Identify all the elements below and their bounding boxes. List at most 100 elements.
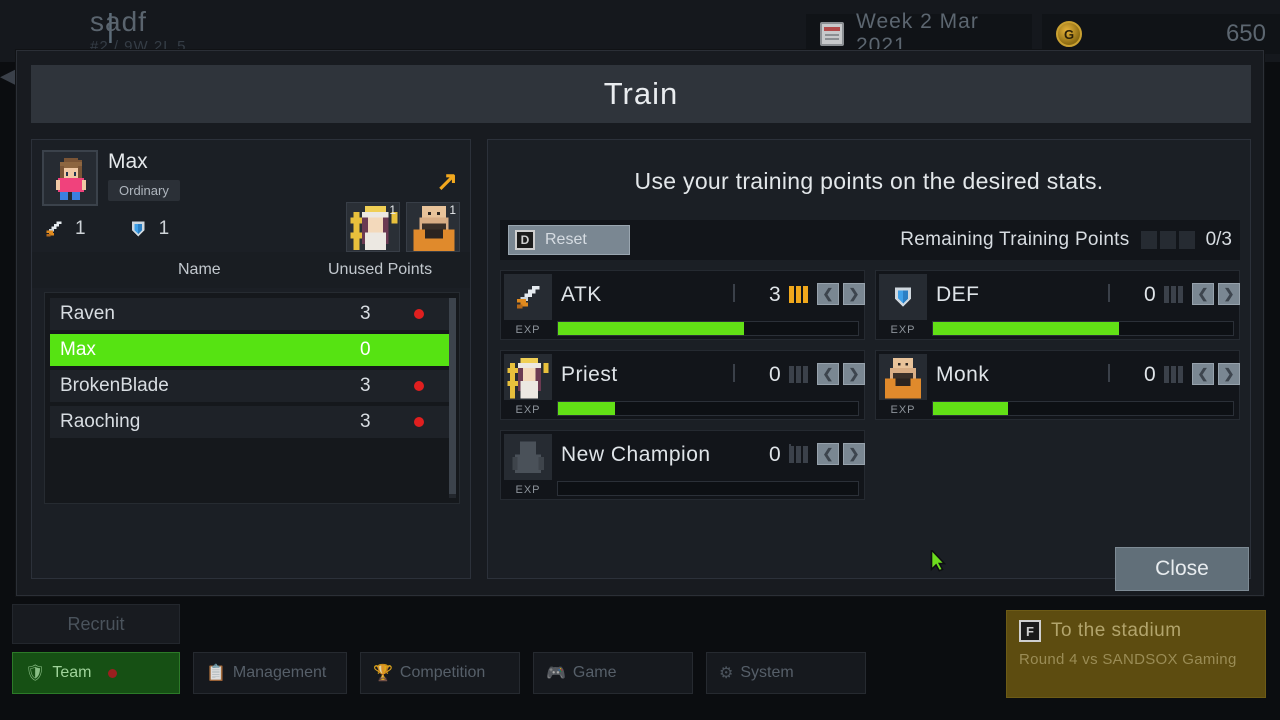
remaining-points-count: 0/3 xyxy=(1205,229,1232,250)
roster-scrollbar[interactable] xyxy=(449,298,456,498)
table-row[interactable]: Raoching 3 xyxy=(50,406,454,438)
column-header-name: Name xyxy=(178,261,221,278)
nav-label-competition: Competition xyxy=(399,664,486,681)
class-chip-priest[interactable]: 1 xyxy=(346,202,400,252)
stat-card-grid: EXP ATK 3 ❮ ❯ EXP DEF 0 ❮ ❯ EXP Priest 0… xyxy=(500,270,1240,510)
stat-pips xyxy=(789,446,808,463)
exp-label: EXP xyxy=(515,403,541,416)
expand-arrow-icon[interactable]: ↗ xyxy=(436,166,458,197)
character-portrait[interactable] xyxy=(42,150,98,206)
class-chips: 1 1 xyxy=(346,202,460,252)
stat-increment-button[interactable]: ❯ xyxy=(843,443,865,465)
class-chip-monk[interactable]: 1 xyxy=(406,202,460,252)
nav-item-competition[interactable]: 🏆 Competition xyxy=(360,652,520,694)
reset-label: Reset xyxy=(545,231,587,248)
stat-steppers: ❮ ❯ xyxy=(817,363,865,385)
exp-label: EXP xyxy=(515,323,541,336)
nav-item-team[interactable]: 🛡 Team xyxy=(12,652,180,694)
gold-coin-icon: G xyxy=(1056,21,1082,47)
recruit-button[interactable]: Recruit xyxy=(12,604,180,644)
column-header-unused-points: Unused Points xyxy=(328,261,433,278)
stat-steppers: ❮ ❯ xyxy=(1192,363,1240,385)
roster-name: Raoching xyxy=(60,411,141,432)
exp-label: EXP xyxy=(890,403,916,416)
shield-team-icon: 🛡 xyxy=(25,665,46,682)
date-chip: Week 2 Mar 2021 xyxy=(806,10,1032,57)
stat-icon-slot xyxy=(504,434,552,480)
exp-bar xyxy=(932,321,1234,336)
stadium-title: To the stadium xyxy=(1051,620,1182,641)
stat-increment-button[interactable]: ❯ xyxy=(1218,283,1240,305)
stat-card-atk: EXP ATK 3 ❮ ❯ xyxy=(500,270,865,340)
exp-bar xyxy=(557,481,859,496)
team-name: sadf xyxy=(90,6,147,37)
roster-alert-dot xyxy=(414,417,424,427)
roster-name: Raven xyxy=(60,303,115,324)
class-chip-monk-level: 1 xyxy=(449,203,456,217)
close-button[interactable]: Close xyxy=(1115,547,1249,591)
roster-points: 3 xyxy=(360,375,371,396)
divider xyxy=(733,364,735,382)
clipboard-icon: 📋 xyxy=(206,665,226,682)
roster-points: 3 xyxy=(360,303,371,324)
stat-card-row: EXP Priest 0 ❮ ❯ EXP Monk 0 ❮ ❯ xyxy=(500,350,1240,420)
stat-increment-button[interactable]: ❯ xyxy=(843,363,865,385)
stat-name: New Champion xyxy=(561,443,711,466)
exp-bar xyxy=(557,401,859,416)
stat-icon-slot xyxy=(504,354,552,400)
stat-pips xyxy=(1164,366,1183,383)
gold-value: 650 xyxy=(1225,20,1266,47)
priest-icon xyxy=(507,357,549,399)
game-screen: ◀ ⎸ sadf #2 / 9W 2L 5 Week 2 Mar 2021 G … xyxy=(0,0,1280,720)
table-row[interactable]: BrokenBlade 3 xyxy=(50,370,454,402)
nav-item-game[interactable]: 🎮 Game xyxy=(533,652,693,694)
nav-item-system[interactable]: ⚙ System xyxy=(706,652,866,694)
shield-icon xyxy=(894,287,912,307)
roster-alert-dot xyxy=(414,309,424,319)
divider xyxy=(1108,284,1110,302)
stat-icon-slot xyxy=(504,274,552,320)
nav-label-system: System xyxy=(740,664,794,681)
stat-decrement-button[interactable]: ❮ xyxy=(1192,283,1214,305)
stat-icon-slot xyxy=(879,274,927,320)
stat-steppers: ❮ ❯ xyxy=(817,283,865,305)
character-stat-summary: 1 1 xyxy=(44,218,169,240)
character-rarity-tag: Ordinary xyxy=(108,180,180,201)
stat-steppers: ❮ ❯ xyxy=(1192,283,1240,305)
stat-name: ATK xyxy=(561,283,602,306)
stadium-title-row: F To the stadium xyxy=(1019,620,1253,642)
atk-summary: 1 xyxy=(44,218,86,240)
hotkey-f-icon: F xyxy=(1019,620,1041,642)
reset-button[interactable]: D Reset xyxy=(508,225,630,255)
training-toolbar: D Reset Remaining Training Points 0/3 xyxy=(500,220,1240,260)
atk-value: 1 xyxy=(75,218,86,239)
stat-card-def: EXP DEF 0 ❮ ❯ xyxy=(875,270,1240,340)
roster-list[interactable]: Raven 3 Max 0 BrokenBlade 3 Raoching 3 xyxy=(44,292,460,504)
class-chip-priest-level: 1 xyxy=(389,203,396,217)
shield-icon xyxy=(131,221,144,237)
stat-decrement-button[interactable]: ❮ xyxy=(1192,363,1214,385)
character-header: Max Ordinary ↗ 1 1 1 1 xyxy=(32,140,470,252)
stat-decrement-button[interactable]: ❮ xyxy=(817,363,839,385)
training-panel: Use your training points on the desired … xyxy=(487,139,1251,579)
gold-chip: G 650 xyxy=(1042,14,1280,54)
nav-label-team: Team xyxy=(52,664,92,681)
stat-increment-button[interactable]: ❯ xyxy=(843,283,865,305)
gamepad-icon: 🎮 xyxy=(546,665,566,682)
table-row[interactable]: Max 0 xyxy=(50,334,454,366)
stat-name: Priest xyxy=(561,363,618,386)
nav-item-management[interactable]: 📋 Management xyxy=(193,652,347,694)
to-the-stadium-panel[interactable]: F To the stadium Round 4 vs SANDSOX Gami… xyxy=(1006,610,1266,698)
roster-name: Max xyxy=(60,339,96,360)
exp-bar xyxy=(557,321,859,336)
training-instruction: Use your training points on the desired … xyxy=(634,168,1104,194)
divider xyxy=(733,284,735,302)
stat-decrement-button[interactable]: ❮ xyxy=(817,443,839,465)
nav-label-management: Management xyxy=(232,664,327,681)
character-portrait-max-icon xyxy=(56,158,86,200)
table-row[interactable]: Raven 3 xyxy=(50,298,454,330)
character-panel: Max Ordinary ↗ 1 1 1 1 Name Unused Point… xyxy=(31,139,471,579)
stat-increment-button[interactable]: ❯ xyxy=(1218,363,1240,385)
stat-decrement-button[interactable]: ❮ xyxy=(817,283,839,305)
stat-card-priest: EXP Priest 0 ❮ ❯ xyxy=(500,350,865,420)
